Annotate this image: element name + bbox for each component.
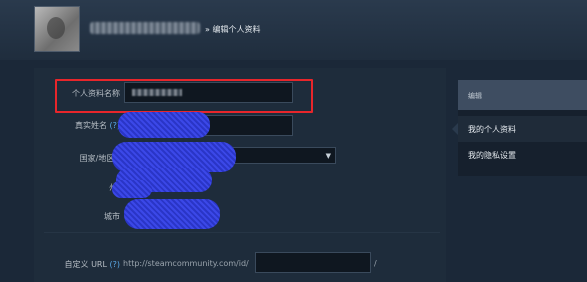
state-label: 州/ (44, 182, 120, 193)
custom-url-label: 自定义 URL (?) (44, 259, 120, 270)
breadcrumb: » 编辑个人资料 (205, 24, 260, 35)
custom-url-label-text: 自定义 URL (64, 260, 107, 269)
sidebar-item-my-profile[interactable]: 我的个人资料 (458, 116, 587, 142)
redaction-scribble (112, 180, 152, 198)
redaction-scribble (118, 112, 210, 138)
username-redacted[interactable] (90, 22, 200, 34)
sidebar-item-privacy-settings[interactable]: 我的隐私设置 (458, 142, 587, 168)
sidebar-item-label: 我的个人资料 (468, 125, 516, 134)
chevron-down-icon: ▼ (325, 152, 331, 160)
real-name-label-text: 真实姓名 (74, 121, 107, 130)
edit-sidebar: 编辑 我的个人资料 我的隐私设置 (458, 80, 587, 176)
avatar[interactable] (34, 6, 80, 52)
custom-url-help-link[interactable]: (?) (110, 260, 121, 269)
divider (44, 232, 440, 233)
custom-url-prefix: http://steamcommunity.com/id/ (123, 259, 249, 268)
city-label: 城市 (44, 211, 120, 222)
redaction-scribble (124, 199, 220, 229)
breadcrumb-separator: » (205, 25, 210, 34)
highlight-box (55, 79, 313, 113)
country-label: 国家/地区 ( (44, 153, 120, 164)
real-name-label: 真实姓名 (?) (44, 120, 120, 131)
sidebar-header: 编辑 (458, 80, 587, 110)
sidebar-item-label: 我的隐私设置 (468, 151, 516, 160)
page-title: 编辑个人资料 (212, 25, 261, 34)
country-label-text: 国家/地区 (79, 154, 115, 163)
profile-header: » 编辑个人资料 (0, 0, 587, 60)
custom-url-suffix: / (374, 259, 377, 268)
custom-url-input[interactable] (255, 252, 371, 273)
city-label-text: 城市 (104, 212, 120, 221)
